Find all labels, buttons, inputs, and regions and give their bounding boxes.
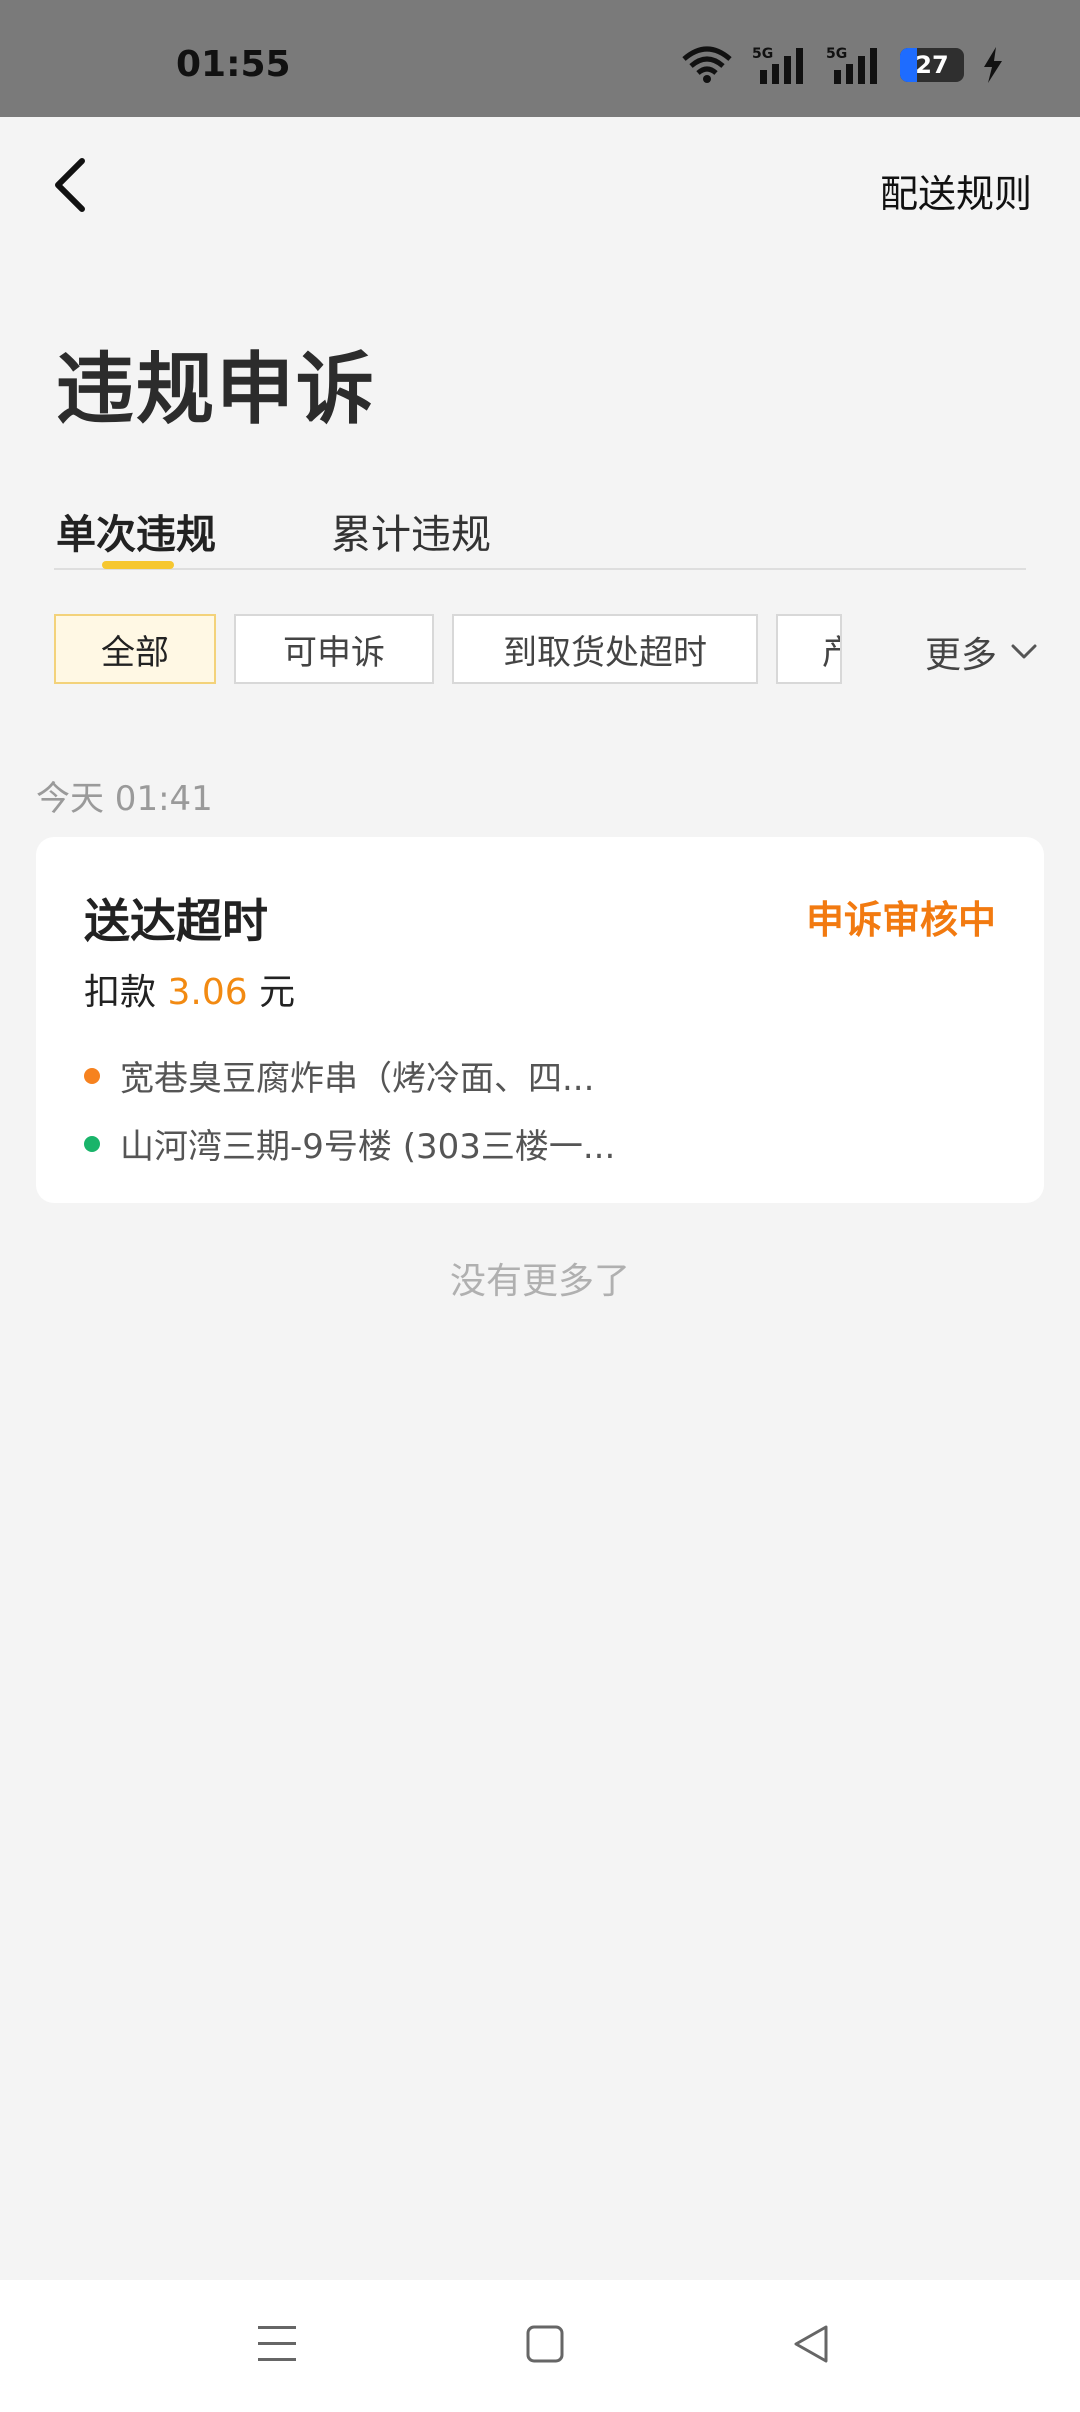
- deduction-prefix: 扣款: [84, 972, 157, 1013]
- menu-icon: [258, 2326, 296, 2361]
- filter-chip-pickup-timeout[interactable]: 到取货处超时: [452, 614, 758, 684]
- back-triangle-icon: [794, 2325, 828, 2363]
- pickup-dot-icon: [84, 1067, 100, 1084]
- dropoff-location: 山河湾三期-9号楼 (303三楼一...: [120, 1127, 616, 1167]
- appeal-page: 配送规则 违规申诉 单次违规 累计违规 全部 可申诉 到取货处超时 产 更多 今…: [0, 117, 1080, 2280]
- chevron-down-icon: [1011, 644, 1037, 659]
- appeal-status-badge: 申诉审核中: [805, 898, 996, 942]
- pickup-location: 宽巷臭豆腐炸串（烤冷面、四...: [120, 1059, 595, 1099]
- filter-chip-appealable[interactable]: 可申诉: [234, 614, 434, 684]
- home-icon: [526, 2325, 564, 2363]
- violation-title: 送达超时: [84, 894, 268, 948]
- chevron-left-icon: [55, 158, 85, 212]
- active-tab-indicator: [102, 561, 174, 569]
- page-title: 违规申诉: [56, 345, 377, 435]
- more-filter-button[interactable]: 更多: [925, 626, 1037, 678]
- chip-fade-edge: [850, 608, 890, 692]
- signal-5g-icon: 5G: [752, 46, 803, 84]
- more-filter-label: 更多: [925, 635, 998, 676]
- filter-chip-all[interactable]: 全部: [54, 614, 216, 684]
- deduction-row: 扣款 3.06 元: [84, 963, 295, 1015]
- filter-chips: 全部 可申诉 到取货处超时 产 更多: [0, 608, 1080, 694]
- filter-chip-partial[interactable]: 产: [776, 614, 842, 684]
- svg-text:5G: 5G: [826, 46, 847, 62]
- deduction-unit: 元: [259, 972, 296, 1013]
- status-icons: 5G 5G 27: [680, 44, 1004, 86]
- charging-icon: [984, 47, 1002, 83]
- record-date: 今天 01:41: [36, 779, 213, 819]
- dropoff-location-row: 山河湾三期-9号楼 (303三楼一...: [84, 1119, 615, 1168]
- delivery-rules-link[interactable]: 配送规则: [880, 163, 1032, 218]
- deduction-amount: 3.06: [167, 972, 248, 1013]
- wifi-icon: [682, 46, 732, 83]
- home-button[interactable]: [526, 2324, 564, 2368]
- menu-button[interactable]: [258, 2324, 296, 2368]
- violation-tabs: 单次违规 累计违规: [54, 472, 1026, 570]
- status-time: 01:55: [176, 44, 291, 85]
- nav-bar: 配送规则: [0, 117, 1080, 252]
- dropoff-dot-icon: [84, 1135, 100, 1152]
- no-more-text: 没有更多了: [449, 1261, 630, 1302]
- status-bar: 01:55 5G 5G 27: [0, 0, 1080, 117]
- battery-icon: 27: [900, 48, 964, 82]
- battery-level: 27: [915, 51, 949, 79]
- system-back-button[interactable]: [792, 2324, 830, 2368]
- violation-card[interactable]: 送达超时 申诉审核中 扣款 3.06 元 宽巷臭豆腐炸串（烤冷面、四... 山河…: [36, 837, 1044, 1203]
- tab-cumulative-violation[interactable]: 累计违规: [331, 502, 491, 560]
- pickup-location-row: 宽巷臭豆腐炸串（烤冷面、四...: [84, 1051, 594, 1100]
- system-navigation-bar: [0, 2280, 1080, 2412]
- tab-single-violation[interactable]: 单次违规: [56, 502, 216, 560]
- signal-5g-icon: 5G: [826, 46, 877, 84]
- back-button[interactable]: [50, 157, 100, 217]
- svg-text:5G: 5G: [752, 46, 773, 62]
